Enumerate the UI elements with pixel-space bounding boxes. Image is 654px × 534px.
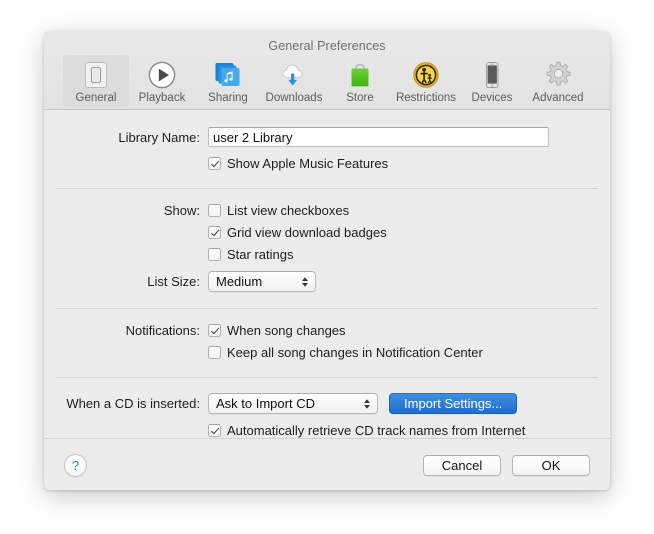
apple-music-row: Show Apple Music Features [56,156,598,171]
tab-advanced-label: Advanced [532,92,584,104]
cancel-button[interactable]: Cancel [423,454,501,476]
cloud-download-icon [279,59,310,90]
tab-downloads-label: Downloads [265,92,323,104]
tab-sharing-label: Sharing [208,92,248,104]
cd-action-select[interactable]: Ask to Import CD [208,393,378,414]
grid-view-download-badges-label: Grid view download badges [227,225,387,240]
tab-store-label: Store [346,92,374,104]
light-switch-icon [81,59,112,90]
tab-restrictions[interactable]: Restrictions [393,55,459,107]
chevron-updown-icon [301,275,309,289]
tab-store[interactable]: Store [327,55,393,107]
ok-button[interactable]: OK [512,454,590,476]
show-apple-music-label: Show Apple Music Features [227,156,389,171]
notifications-label: Notifications: [125,323,200,338]
play-circle-icon [147,59,178,90]
notifications-row-1: Notifications: When song changes [56,323,598,338]
tab-advanced[interactable]: Advanced [525,55,591,107]
cd-inserted-label: When a CD is inserted: [66,396,200,411]
notifications-row-2: Keep all song changes in Notification Ce… [56,345,598,360]
show-row-3: Star ratings [56,247,598,262]
tab-sharing[interactable]: Sharing [195,55,261,107]
parental-controls-icon [411,59,442,90]
list-view-checkboxes-checkbox[interactable]: List view checkboxes [208,203,349,218]
keep-song-changes-label: Keep all song changes in Notification Ce… [227,345,483,360]
cd-section: When a CD is inserted: Ask to Import CD … [44,378,610,438]
show-row-2: Grid view download badges [56,225,598,240]
toolbar-tab-list: General Playback Sharing Downloads Store… [44,55,610,107]
checkmark-icon [208,226,221,239]
grid-view-download-badges-checkbox[interactable]: Grid view download badges [208,225,387,240]
library-section: Library Name: Show Apple Music Features [44,110,610,171]
keep-song-changes-checkbox[interactable]: Keep all song changes in Notification Ce… [208,345,483,360]
music-stack-icon [213,59,244,90]
tab-playback-label: Playback [138,92,186,104]
checkbox-box-icon [208,346,221,359]
list-size-value: Medium [216,274,263,289]
preferences-toolbar: General Preferences General Playback Sha… [44,31,610,110]
auto-retrieve-cd-names-checkbox[interactable]: Automatically retrieve CD track names fr… [208,423,525,438]
show-row-1: Show: List view checkboxes [56,203,598,218]
iphone-icon [477,59,508,90]
dialog-footer: ? Cancel OK [44,438,610,490]
tab-general-label: General [75,92,117,104]
checkmark-icon [208,324,221,337]
cd-action-value: Ask to Import CD [216,396,315,411]
chevron-updown-icon [363,397,371,411]
library-name-label: Library Name: [118,129,200,145]
footer-buttons: Cancel OK [423,454,590,476]
when-song-changes-checkbox[interactable]: When song changes [208,323,346,338]
tab-devices[interactable]: Devices [459,55,525,107]
notifications-section: Notifications: When song changes Keep al… [44,309,610,360]
tab-downloads[interactable]: Downloads [261,55,327,107]
tab-general[interactable]: General [63,55,129,107]
star-ratings-checkbox[interactable]: Star ratings [208,247,293,262]
gear-icon [543,59,574,90]
list-size-row: List Size: Medium [56,271,598,292]
help-button[interactable]: ? [64,453,87,477]
cd-inserted-row: When a CD is inserted: Ask to Import CD … [56,393,598,414]
window-title: General Preferences [268,39,386,53]
auto-retrieve-cd-names-label: Automatically retrieve CD track names fr… [227,423,526,438]
list-view-checkboxes-label: List view checkboxes [227,203,350,218]
preferences-window: General Preferences General Playback Sha… [44,31,610,490]
tab-restrictions-label: Restrictions [395,92,457,104]
library-name-input[interactable] [208,127,549,147]
show-label: Show: [163,203,200,218]
auto-retrieve-row: Automatically retrieve CD track names fr… [56,423,598,438]
show-apple-music-checkbox[interactable]: Show Apple Music Features [208,156,388,171]
list-size-label: List Size: [147,274,200,289]
show-section: Show: List view checkboxes Grid view dow… [44,189,610,292]
star-ratings-label: Star ratings [227,247,294,262]
import-settings-button[interactable]: Import Settings... [389,393,518,414]
checkmark-icon [208,157,221,170]
checkbox-box-icon [208,204,221,217]
list-size-select[interactable]: Medium [208,271,316,292]
when-song-changes-label: When song changes [227,323,346,338]
checkmark-icon [208,424,221,437]
checkbox-box-icon [208,248,221,261]
preferences-content: Library Name: Show Apple Music Features [44,110,610,438]
tab-devices-label: Devices [471,92,513,104]
tab-playback[interactable]: Playback [129,55,195,107]
library-name-row: Library Name: [56,127,598,147]
shopping-bag-icon [345,59,376,90]
